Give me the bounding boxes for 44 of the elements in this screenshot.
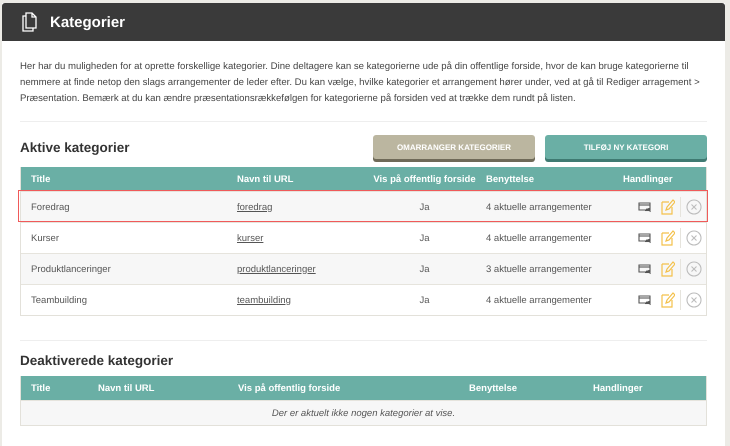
column-header: Handlinger [623, 174, 674, 184]
move-icon[interactable] [638, 202, 653, 212]
delete-icon[interactable] [686, 261, 702, 277]
column-header: Title [31, 174, 52, 184]
page-title: Kategorier [50, 14, 126, 30]
delete-icon[interactable] [686, 292, 702, 308]
edit-icon[interactable] [661, 292, 675, 308]
column-header: Benyttelse [486, 174, 536, 184]
column-header: Benyttelse [469, 382, 518, 394]
column-header: Vis på offentlig forside [372, 174, 477, 184]
table-cell-text: Foredrag [31, 202, 71, 212]
table-cell-text: 4 aktuelle arrangementer [486, 294, 593, 306]
move-icon[interactable] [638, 264, 653, 274]
column-header: Handlinger [593, 382, 644, 394]
table-cell-text: Ja [418, 264, 431, 274]
url-link[interactable]: teambuilding [237, 294, 291, 306]
column-header: Navn til URL [237, 174, 294, 184]
column-header: Navn til URL [98, 382, 156, 394]
table-cell-text: 4 aktuelle arrangementer [486, 202, 593, 212]
table-cell-text: 3 aktuelle arrangementer [486, 264, 593, 274]
table-cell-text: Kurser [31, 232, 60, 244]
delete-icon[interactable] [686, 230, 702, 246]
table-cell-text: Produktlanceringer [31, 264, 112, 274]
move-icon[interactable] [638, 232, 653, 244]
section-heading: Aktive kategorier [20, 140, 130, 154]
documents-icon [22, 12, 38, 32]
column-header: Vis på offentlig forside [238, 382, 342, 394]
table-cell-text: 4 aktuelle arrangementer [486, 232, 593, 244]
edit-icon[interactable] [661, 230, 675, 246]
delete-icon[interactable] [686, 199, 702, 215]
intro-paragraph: Her har du muligheden for at oprette forskellige kategorier. Dine deltagere kan se kategorierne ude på din offentlige forside, hvor de kan bruge kategorierne til nemmere at finde netop den slags arrangementer de leder efter. Du kan vælge, hvilke kategorier et arrangement hører under, ved at gå til Rediger arragement > Præsentation. Bemærk at du kan ændre præsentationsrækkefølgen for kategorierne på forsiden ved at trække dem rundt på listen. [20, 41, 707, 122]
table-cell-text: Ja [418, 202, 431, 212]
table-cell-text: Ja [418, 294, 431, 306]
url-link[interactable]: produktlanceringer [237, 264, 316, 274]
table-cell-text: Teambuilding [31, 294, 88, 306]
edit-icon[interactable] [661, 261, 675, 277]
column-header: Title [31, 382, 52, 394]
table-cell-text: Ja [418, 232, 431, 244]
move-icon[interactable] [638, 294, 653, 306]
empty-message: Der er aktuelt ikke nogen kategorier at vise. [272, 408, 456, 418]
edit-icon[interactable] [661, 199, 675, 215]
url-link[interactable]: foredrag [237, 202, 272, 212]
url-link[interactable]: kurser [237, 232, 264, 244]
section-heading: Deaktiverede kategorier [20, 353, 174, 368]
